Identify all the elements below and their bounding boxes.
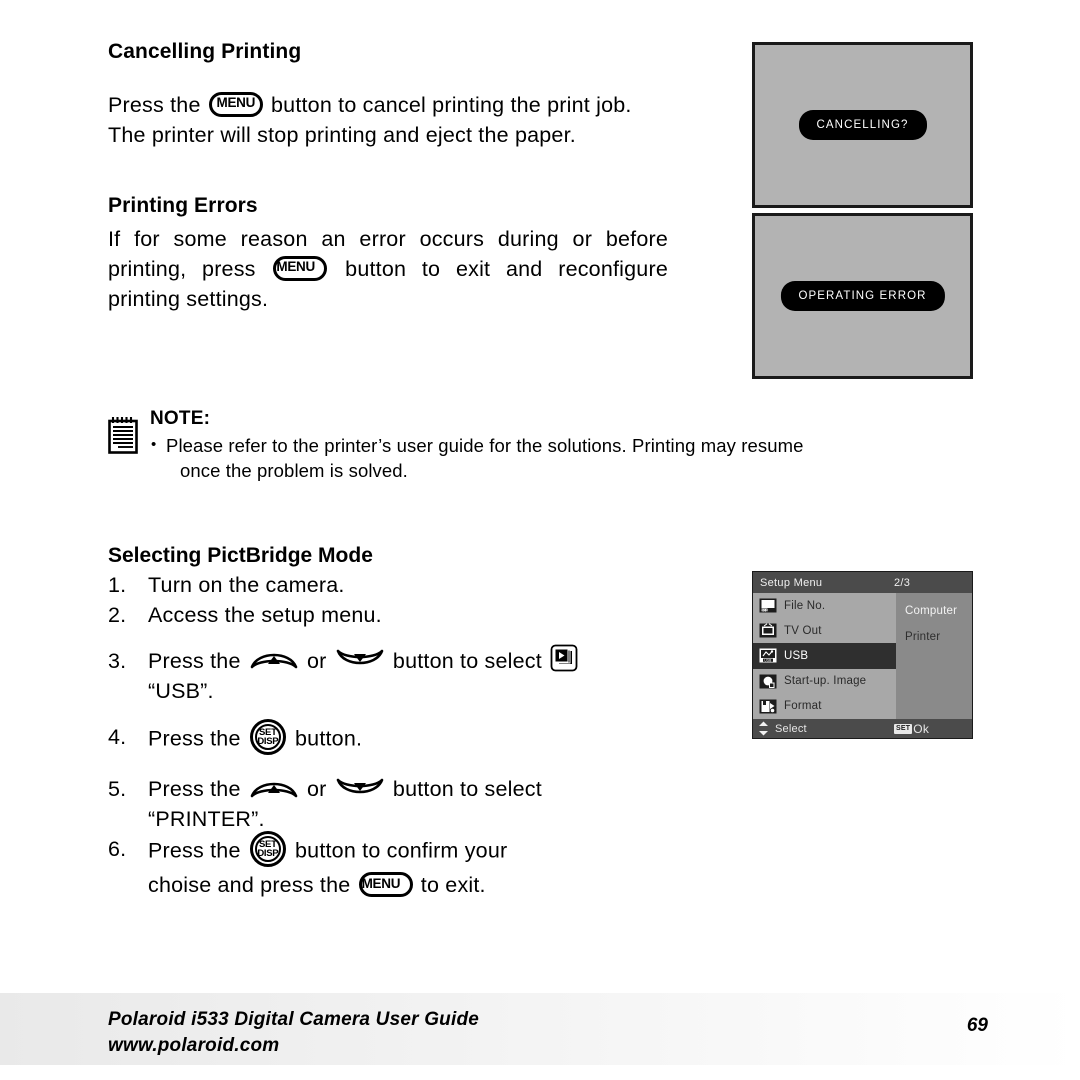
step-number: 3. (108, 649, 127, 673)
step-text-pre: Press the (148, 777, 241, 802)
step-number: 6. (108, 837, 127, 862)
note-block: NOTE: Please refer to the printer’s user… (108, 408, 988, 483)
procedure-step-6: 6. Press the SET DISP button to confirm … (108, 831, 668, 900)
cancelling-printing-heading: Cancelling Printing (108, 40, 302, 63)
menu-button-icon-label: MENU (361, 875, 401, 891)
tv-out-icon (759, 623, 777, 638)
step-text-post: button to confirm your (295, 839, 508, 863)
step-text: Access the setup menu. (148, 603, 382, 627)
set-disp-button-icon: SET DISP (249, 719, 286, 756)
setup-menu-item-label: USB (784, 649, 809, 662)
note-bullet-line2: once the problem is solved. (180, 460, 408, 481)
setup-menu-option-printer[interactable]: Printer (896, 624, 972, 650)
lcd-screenshot-operating-error: OPERATING ERROR (752, 213, 973, 379)
set-badge-icon: SET (894, 723, 913, 734)
cancelling-printing-paragraph: Press the MENU button to cancel printing… (108, 90, 668, 150)
usb-icon: USB (759, 648, 777, 663)
up-down-arrows-icon (758, 721, 769, 736)
notepad-icon (108, 416, 138, 454)
svg-text:USB: USB (764, 659, 771, 663)
svg-text:001: 001 (761, 608, 768, 612)
pictbridge-procedure: Selecting PictBridge Mode 1. Turn on the… (108, 544, 668, 900)
footer-website: www.polaroid.com (108, 1035, 280, 1056)
step-text: Turn on the camera. (148, 573, 345, 597)
lcd-cancelling-message: CANCELLING? (798, 110, 927, 140)
procedure-step-2: 2. Access the setup menu. (108, 600, 668, 630)
menu-button-icon: MENU (273, 255, 328, 281)
note-body: NOTE: Please refer to the printer’s user… (150, 408, 988, 483)
step-subtext-post: to exit. (420, 873, 486, 898)
lcd-error-message: OPERATING ERROR (780, 281, 945, 311)
setup-menu-item-label: TV Out (784, 624, 822, 637)
procedure-step-5: 5. Press the or button to select “PRINTE… (108, 774, 668, 834)
left-text-column: Cancelling Printing Press the MENU butto… (108, 40, 668, 314)
lcd-screenshot-setup-menu: Setup Menu 2/3 001 File No. TV Out USB U… (752, 571, 973, 739)
step-number: 4. (108, 725, 127, 750)
setup-menu-options-panel: Computer Printer (896, 593, 972, 719)
arrow-up-button-icon (250, 646, 298, 672)
startup-image-icon (759, 674, 777, 689)
step-text-pre: Press the (148, 649, 241, 673)
arrow-down-button-icon (336, 646, 384, 672)
setup-menu-item-tv-out[interactable]: TV Out (753, 618, 896, 643)
arrow-down-button-icon (336, 775, 384, 801)
setup-menu-title: Setup Menu (760, 576, 823, 589)
step-text-pre: Press the (148, 839, 241, 863)
printing-errors-paragraph: If for some reason an error occurs durin… (108, 224, 668, 314)
setup-menu-item-label: Format (784, 700, 822, 713)
setup-menu-item-file-no[interactable]: 001 File No. (753, 593, 896, 618)
slideshow-stack-icon (550, 644, 578, 672)
step-text-mid: or (307, 777, 327, 802)
step-subtext: “PRINTER”. (148, 807, 265, 832)
footer-page-number: 69 (966, 1015, 988, 1036)
step-text-pre: Press the (148, 727, 241, 751)
setup-menu-ok-label: Ok (913, 721, 930, 736)
arrow-up-button-icon (250, 775, 298, 801)
menu-button-icon: MENU (358, 872, 413, 898)
setup-menu-title-bar: Setup Menu 2/3 (753, 572, 972, 593)
step-text-mid: or (307, 649, 327, 673)
printing-errors-heading: Printing Errors (108, 194, 258, 217)
footer-guide-title: Polaroid i533 Digital Camera User Guide (108, 1009, 480, 1030)
procedure-step-3: 3. Press the or button to select “USB”. (108, 644, 668, 706)
set-disp-line2: DISP (257, 736, 279, 748)
setup-menu-item-format[interactable]: Format (753, 694, 896, 719)
setup-menu-option-computer[interactable]: Computer (896, 598, 972, 624)
setup-menu-footer-bar: Select SET Ok (753, 719, 972, 738)
step-number: 1. (108, 573, 127, 597)
step-subline: choise and press the MENU to exit. (148, 870, 668, 900)
menu-button-icon-label: MENU (276, 259, 315, 275)
menu-button-icon: MENU (208, 91, 263, 117)
setup-menu-item-label: Start-up. Image (784, 675, 867, 688)
page-footer: Polaroid i533 Digital Camera User Guide … (108, 1007, 988, 1059)
step-subtext: “USB”. (148, 679, 214, 704)
setup-menu-select-label: Select (775, 722, 807, 735)
file-number-icon: 001 (759, 598, 777, 613)
format-icon (759, 699, 777, 714)
setup-menu-columns: 001 File No. TV Out USB USB Start-up. Im… (753, 593, 972, 719)
step-text-post: button. (295, 727, 363, 751)
note-bullet-line1: Please refer to the printer’s user guide… (150, 432, 988, 458)
step-text-post: button to select (392, 649, 542, 673)
note-title: NOTE: (150, 408, 211, 429)
setup-menu-item-usb[interactable]: USB USB (753, 643, 896, 669)
setup-menu-ok-hint: SET Ok (894, 722, 972, 736)
setup-menu-item-list: 001 File No. TV Out USB USB Start-up. Im… (753, 593, 896, 719)
step-text-post: button to select (392, 777, 542, 802)
step-number: 2. (108, 603, 127, 627)
lcd-screenshot-cancelling: CANCELLING? (752, 42, 973, 208)
setup-menu-page-indicator: 2/3 (894, 576, 911, 589)
set-disp-line2: DISP (257, 848, 279, 860)
menu-button-icon-label: MENU (216, 95, 256, 111)
cancelling-text-before: Press the (108, 93, 201, 117)
document-page: Cancelling Printing Press the MENU butto… (0, 0, 1080, 1080)
pictbridge-heading: Selecting PictBridge Mode (108, 544, 373, 567)
setup-menu-item-label: File No. (784, 599, 826, 612)
procedure-step-1: 1. Turn on the camera. (108, 570, 668, 600)
procedure-step-4: 4. Press the SET DISP button. (108, 719, 668, 758)
step-number: 5. (108, 777, 127, 802)
set-disp-button-icon: SET DISP (249, 831, 286, 868)
step-subtext-pre: choise and press the (148, 873, 351, 898)
setup-menu-item-startup-image[interactable]: Start-up. Image (753, 669, 896, 694)
